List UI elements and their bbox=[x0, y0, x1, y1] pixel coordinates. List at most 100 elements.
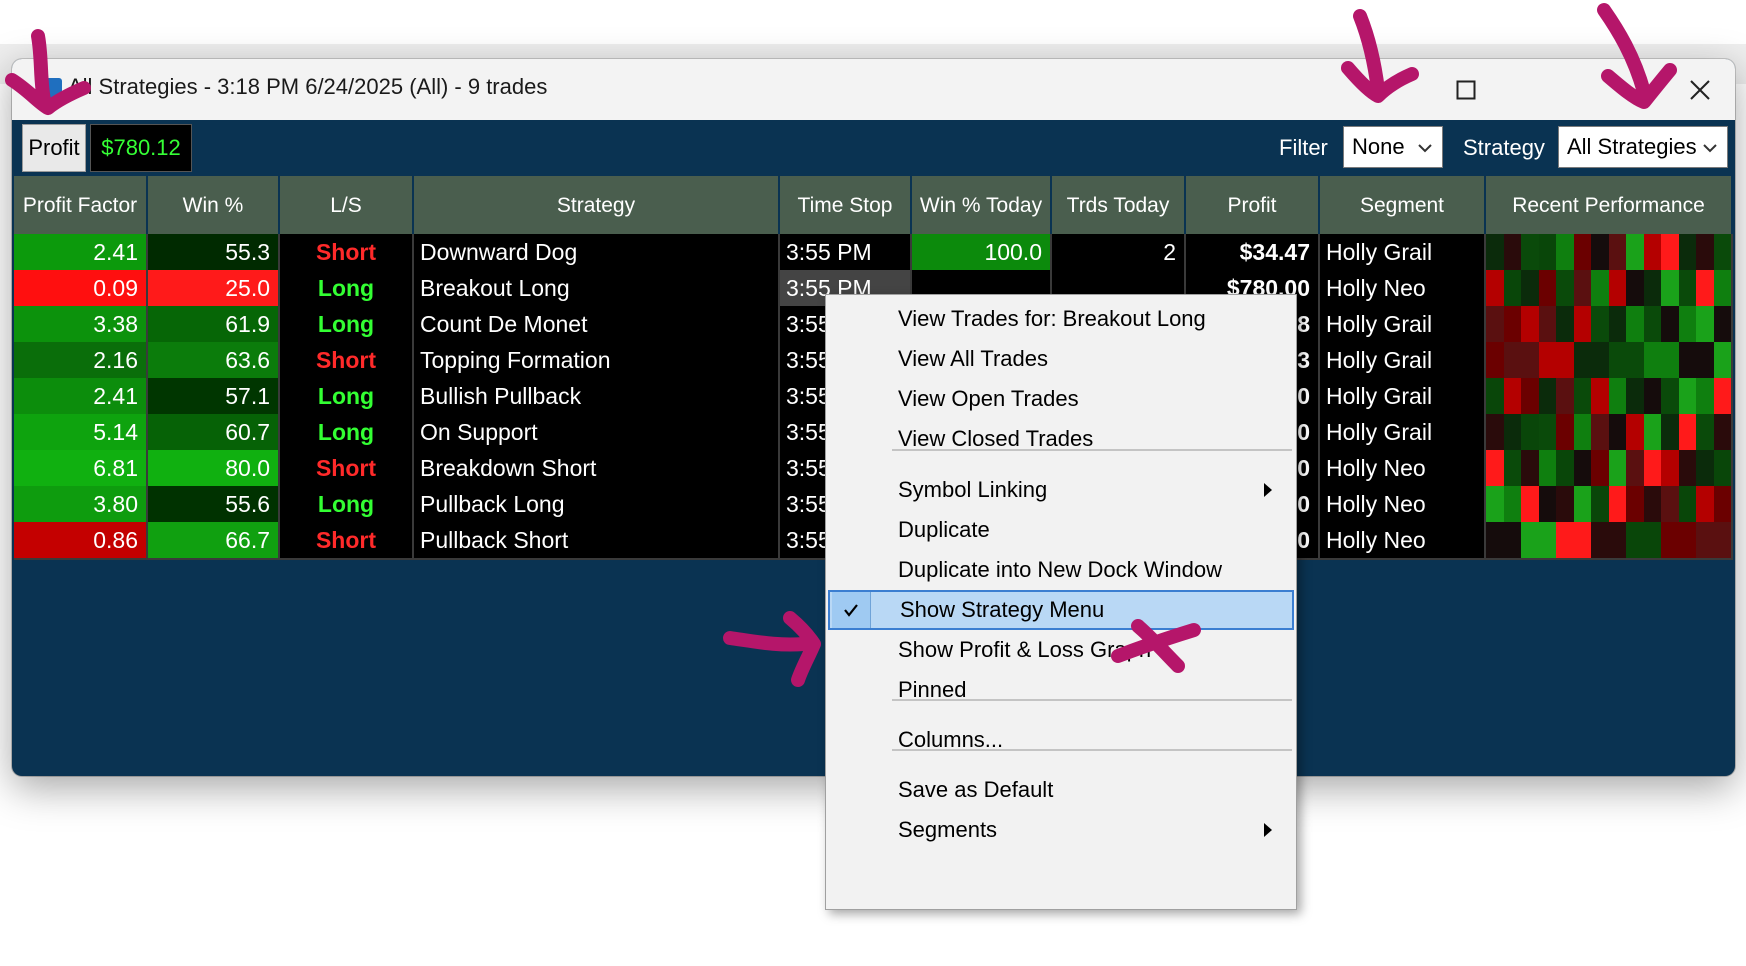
cell-win-pct[interactable]: 63.6 bbox=[148, 342, 280, 380]
column-header-long-short[interactable]: L/S bbox=[280, 176, 414, 234]
cell-profit-factor[interactable]: 0.86 bbox=[14, 522, 148, 560]
cell-long-short[interactable]: Short bbox=[280, 234, 414, 272]
cell-profit[interactable]: $34.47 bbox=[1186, 234, 1320, 272]
cell-segment[interactable]: Holly Neo bbox=[1320, 522, 1486, 560]
cell-segment[interactable]: Holly Neo bbox=[1320, 270, 1486, 308]
menu-item-view-open-trades[interactable]: View Open Trades bbox=[828, 379, 1294, 419]
cell-profit-factor[interactable]: 2.41 bbox=[14, 234, 148, 272]
column-header-trades-today[interactable]: Trds Today bbox=[1052, 176, 1186, 234]
cell-segment[interactable]: Holly Grail bbox=[1320, 306, 1486, 344]
cell-long-short[interactable]: Short bbox=[280, 450, 414, 488]
cell-profit-factor[interactable]: 6.81 bbox=[14, 450, 148, 488]
cell-long-short[interactable]: Short bbox=[280, 342, 414, 380]
cell-strategy[interactable]: Count De Monet bbox=[414, 306, 780, 344]
cell-recent-performance[interactable] bbox=[1486, 486, 1733, 524]
cell-strategy[interactable]: Bullish Pullback bbox=[414, 378, 780, 416]
cell-win-pct[interactable]: 55.3 bbox=[148, 234, 280, 272]
column-header-win-pct[interactable]: Win % bbox=[148, 176, 280, 234]
cell-profit-factor[interactable]: 0.09 bbox=[14, 270, 148, 308]
filter-select[interactable]: None bbox=[1343, 126, 1443, 168]
cell-win-pct[interactable]: 60.7 bbox=[148, 414, 280, 452]
menu-item-view-all-trades[interactable]: View All Trades bbox=[828, 339, 1294, 379]
menu-item-columns[interactable]: Columns... bbox=[828, 720, 1294, 760]
close-button[interactable] bbox=[1670, 59, 1730, 120]
cell-profit-factor[interactable]: 2.16 bbox=[14, 342, 148, 380]
cell-recent-performance[interactable] bbox=[1486, 306, 1733, 344]
menu-item-show-strategy-menu[interactable]: Show Strategy Menu bbox=[828, 590, 1294, 630]
menu-item-duplicate[interactable]: Duplicate bbox=[828, 510, 1294, 550]
chevron-down-icon bbox=[1418, 144, 1432, 153]
minimize-button[interactable] bbox=[1354, 59, 1414, 120]
cell-long-short[interactable]: Long bbox=[280, 486, 414, 524]
cell-recent-performance[interactable] bbox=[1486, 342, 1733, 380]
cell-segment[interactable]: Holly Grail bbox=[1320, 378, 1486, 416]
performance-segment bbox=[1503, 306, 1521, 342]
cell-win-pct-today[interactable]: 100.0 bbox=[912, 234, 1052, 272]
cell-segment[interactable]: Holly Grail bbox=[1320, 342, 1486, 380]
cell-win-pct[interactable]: 80.0 bbox=[148, 450, 280, 488]
cell-strategy[interactable]: Downward Dog bbox=[414, 234, 780, 272]
performance-segment bbox=[1608, 234, 1626, 270]
checkmark-icon bbox=[832, 592, 871, 628]
performance-segment bbox=[1573, 486, 1591, 522]
column-header-recent-performance[interactable]: Recent Performance bbox=[1486, 176, 1733, 234]
cell-segment[interactable]: Holly Neo bbox=[1320, 450, 1486, 488]
cell-recent-performance[interactable] bbox=[1486, 522, 1733, 560]
cell-segment[interactable]: Holly Neo bbox=[1320, 486, 1486, 524]
performance-segment bbox=[1626, 414, 1644, 450]
cell-win-pct[interactable]: 25.0 bbox=[148, 270, 280, 308]
cell-profit-factor[interactable]: 5.14 bbox=[14, 414, 148, 452]
cell-long-short[interactable]: Long bbox=[280, 306, 414, 344]
cell-strategy[interactable]: Breakout Long bbox=[414, 270, 780, 308]
cell-win-pct[interactable]: 55.6 bbox=[148, 486, 280, 524]
performance-segment bbox=[1521, 234, 1539, 270]
column-header-strategy[interactable]: Strategy bbox=[414, 176, 780, 234]
cell-recent-performance[interactable] bbox=[1486, 270, 1733, 308]
cell-win-pct[interactable]: 61.9 bbox=[148, 306, 280, 344]
cell-profit-factor[interactable]: 3.38 bbox=[14, 306, 148, 344]
column-header-profit-factor[interactable]: Profit Factor bbox=[14, 176, 148, 234]
cell-win-pct[interactable]: 57.1 bbox=[148, 378, 280, 416]
cell-time-stop[interactable]: 3:55 PM bbox=[780, 234, 912, 272]
menu-item-segments[interactable]: Segments bbox=[828, 810, 1294, 850]
performance-segment bbox=[1696, 234, 1714, 270]
cell-long-short[interactable]: Long bbox=[280, 270, 414, 308]
cell-long-short[interactable]: Long bbox=[280, 414, 414, 452]
cell-segment[interactable]: Holly Grail bbox=[1320, 234, 1486, 272]
column-header-time-stop[interactable]: Time Stop bbox=[780, 176, 912, 234]
cell-profit-factor[interactable]: 3.80 bbox=[14, 486, 148, 524]
menu-item-view-trades-for-breakout-long[interactable]: View Trades for: Breakout Long bbox=[828, 299, 1294, 339]
cell-strategy[interactable]: Breakdown Short bbox=[414, 450, 780, 488]
cell-strategy[interactable]: Pullback Short bbox=[414, 522, 780, 560]
cell-recent-performance[interactable] bbox=[1486, 450, 1733, 488]
menu-item-view-closed-trades[interactable]: View Closed Trades bbox=[828, 419, 1294, 459]
cell-recent-performance[interactable] bbox=[1486, 414, 1733, 452]
menu-item-duplicate-into-new-dock-window[interactable]: Duplicate into New Dock Window bbox=[828, 550, 1294, 590]
cell-long-short[interactable]: Short bbox=[280, 522, 414, 560]
cell-recent-performance[interactable] bbox=[1486, 234, 1733, 272]
performance-segment bbox=[1538, 414, 1556, 450]
profit-button[interactable]: Profit bbox=[22, 124, 86, 172]
cell-trades-today[interactable]: 2 bbox=[1052, 234, 1186, 272]
cell-strategy[interactable]: On Support bbox=[414, 414, 780, 452]
cell-win-pct[interactable]: 66.7 bbox=[148, 522, 280, 560]
cell-long-short[interactable]: Long bbox=[280, 378, 414, 416]
menu-item-show-profit-loss-graph[interactable]: Show Profit & Loss Graph bbox=[828, 630, 1294, 670]
cell-segment[interactable]: Holly Grail bbox=[1320, 414, 1486, 452]
performance-segment bbox=[1661, 306, 1679, 342]
column-header-win-pct-today[interactable]: Win % Today bbox=[912, 176, 1052, 234]
cell-strategy[interactable]: Pullback Long bbox=[414, 486, 780, 524]
menu-item-save-as-default[interactable]: Save as Default bbox=[828, 770, 1294, 810]
cell-profit-factor[interactable]: 2.41 bbox=[14, 378, 148, 416]
menu-item-pinned[interactable]: Pinned bbox=[828, 670, 1294, 710]
cell-recent-performance[interactable] bbox=[1486, 378, 1733, 416]
menu-item-symbol-linking[interactable]: Symbol Linking bbox=[828, 470, 1294, 510]
title-bar[interactable]: All Strategies - 3:18 PM 6/24/2025 (All)… bbox=[12, 59, 1735, 120]
maximize-button[interactable] bbox=[1436, 59, 1496, 120]
page-background bbox=[0, 0, 1746, 44]
column-header-profit[interactable]: Profit bbox=[1186, 176, 1320, 234]
performance-segment bbox=[1661, 378, 1679, 414]
strategy-select[interactable]: All Strategies bbox=[1558, 126, 1728, 168]
cell-strategy[interactable]: Topping Formation bbox=[414, 342, 780, 380]
column-header-segment[interactable]: Segment bbox=[1320, 176, 1486, 234]
